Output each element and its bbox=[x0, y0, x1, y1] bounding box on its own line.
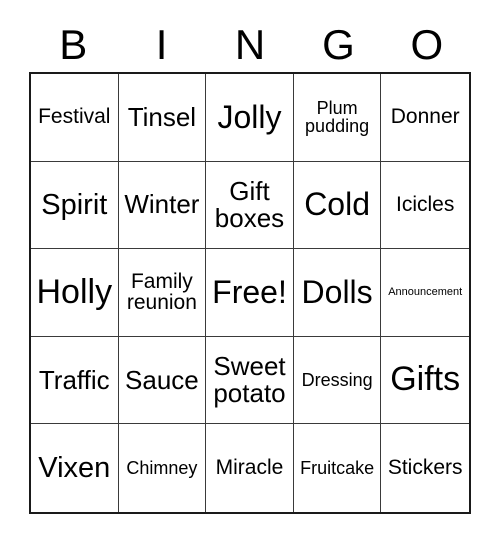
bingo-cell-label: Gift boxes bbox=[214, 175, 285, 233]
bingo-cell[interactable]: Stickers bbox=[381, 424, 469, 512]
bingo-cell-label: Traffic bbox=[38, 364, 110, 395]
bingo-cell-label: Dressing bbox=[301, 369, 373, 390]
header-letter-o: O bbox=[410, 21, 444, 68]
bingo-cell-label: Tinsel bbox=[127, 101, 197, 132]
bingo-cell-label: Vixen bbox=[38, 452, 111, 485]
bingo-cell-label: Jolly bbox=[217, 98, 282, 135]
bingo-cell[interactable]: Gifts bbox=[381, 337, 469, 425]
bingo-header: B I N G O bbox=[29, 18, 471, 72]
bingo-cell[interactable]: Spirit bbox=[31, 161, 119, 250]
bingo-grid: Festival Tinsel Jolly Plum pudding Donne… bbox=[29, 72, 471, 514]
header-letter-n: N bbox=[234, 21, 266, 68]
bingo-cell-label: Fruitcake bbox=[300, 457, 375, 478]
bingo-cell-label: Donner bbox=[390, 105, 460, 129]
bingo-cell[interactable]: Chimney bbox=[119, 424, 207, 512]
bingo-cell[interactable]: Festival bbox=[31, 74, 119, 162]
header-letter-g: G bbox=[322, 21, 355, 68]
bingo-cell[interactable]: Jolly bbox=[206, 74, 294, 162]
bingo-cell[interactable]: Announcement bbox=[381, 249, 469, 337]
bingo-cell[interactable]: Fruitcake bbox=[294, 424, 382, 512]
bingo-cell-label: Icicles bbox=[396, 192, 455, 216]
bingo-cell[interactable]: Dressing bbox=[293, 336, 382, 425]
bingo-cell[interactable]: Gift boxes bbox=[206, 161, 294, 250]
bingo-cell-label: Spirit bbox=[41, 188, 108, 221]
bingo-cell[interactable]: Sauce bbox=[118, 336, 207, 425]
bingo-cell[interactable]: Family reunion bbox=[118, 249, 207, 337]
header-letter-i: I bbox=[155, 21, 168, 68]
bingo-cell-label: Dolls bbox=[301, 273, 373, 310]
bingo-cell[interactable]: Icicles bbox=[381, 162, 469, 250]
bingo-cell[interactable]: Winter bbox=[118, 161, 207, 250]
bingo-cell-label: Holly bbox=[36, 272, 113, 311]
bingo-cell-label: Plum pudding bbox=[305, 97, 370, 137]
bingo-cell-free[interactable]: Free! bbox=[206, 249, 294, 337]
bingo-cell-label: Cold bbox=[304, 186, 370, 223]
header-letter-b: B bbox=[59, 21, 88, 68]
bingo-cell-label: Family reunion bbox=[126, 269, 197, 315]
bingo-cell[interactable]: Traffic bbox=[31, 336, 119, 425]
bingo-cell-label: Sweet potato bbox=[213, 351, 286, 409]
bingo-cell-label: Free! bbox=[212, 273, 287, 310]
bingo-cell-label: Sauce bbox=[125, 364, 199, 395]
bingo-cell-label: Stickers bbox=[387, 456, 463, 480]
bingo-cell[interactable]: Cold bbox=[293, 161, 382, 250]
bingo-cell[interactable]: Vixen bbox=[31, 424, 119, 512]
bingo-cell-label: Miracle bbox=[215, 456, 284, 480]
bingo-cell[interactable]: Sweet potato bbox=[206, 336, 294, 425]
bingo-cell-label: Announcement bbox=[388, 285, 463, 298]
bingo-cell-label: Festival bbox=[38, 105, 111, 129]
bingo-cell[interactable]: Holly bbox=[31, 249, 119, 337]
bingo-cell[interactable]: Tinsel bbox=[118, 74, 207, 162]
bingo-cell[interactable]: Plum pudding bbox=[293, 74, 382, 162]
bingo-cell-label: Chimney bbox=[126, 457, 198, 478]
bingo-cell[interactable]: Donner bbox=[381, 74, 469, 162]
bingo-cell[interactable]: Miracle bbox=[206, 424, 294, 512]
bingo-cell-label: Gifts bbox=[390, 360, 461, 399]
bingo-card: B I N G O Festival Tinsel Jolly Plum pud… bbox=[0, 0, 500, 544]
bingo-cell[interactable]: Dolls bbox=[293, 249, 382, 337]
bingo-cell-label: Winter bbox=[124, 189, 200, 220]
